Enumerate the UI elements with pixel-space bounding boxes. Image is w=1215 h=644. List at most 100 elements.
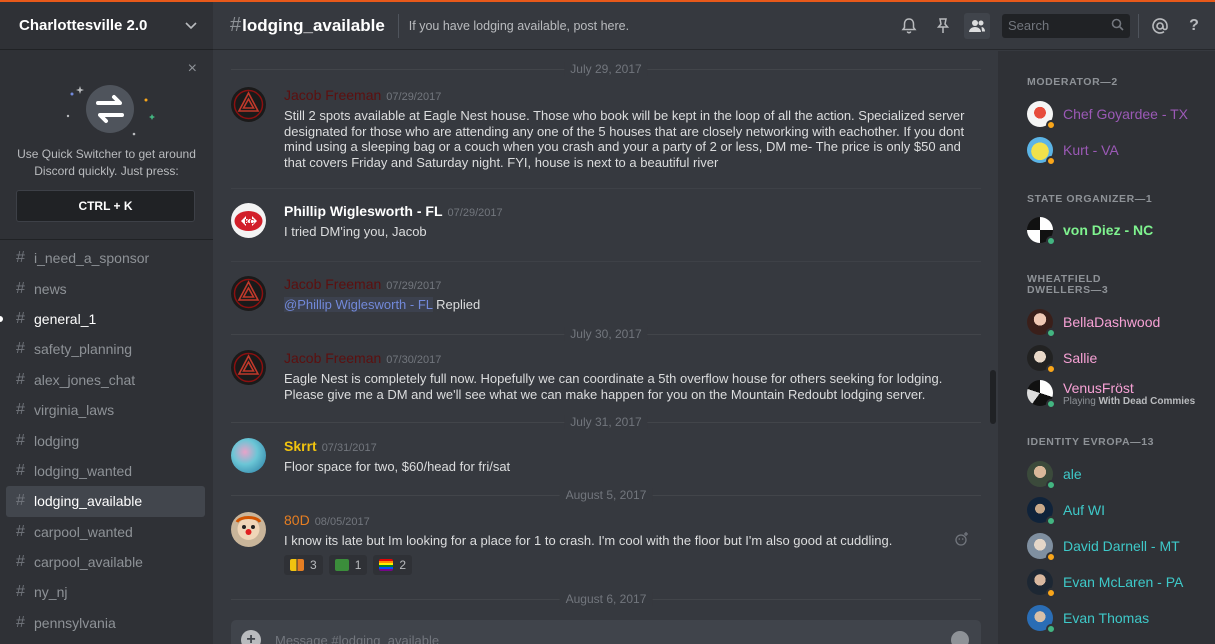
message-author[interactable]: Jacob Freeman xyxy=(284,87,381,103)
channel-item-lodging-available[interactable]: # lodging_available xyxy=(6,486,205,517)
avatar[interactable]: KC xyxy=(231,203,266,238)
avatar[interactable] xyxy=(231,512,266,547)
search-box[interactable] xyxy=(1002,13,1130,38)
avatar[interactable] xyxy=(231,350,266,385)
message-author[interactable]: 80D xyxy=(284,512,310,528)
member-item[interactable]: ale xyxy=(1027,458,1207,490)
message-author[interactable]: Phillip Wiglesworth - FL xyxy=(284,203,443,219)
message-input[interactable] xyxy=(275,632,951,644)
message-author[interactable]: Jacob Freeman xyxy=(284,350,381,366)
hash-icon: # xyxy=(16,249,25,267)
channel-item-carpool-available[interactable]: # carpool_available xyxy=(6,547,205,577)
message-author[interactable]: Jacob Freeman xyxy=(284,276,381,292)
member-item[interactable]: David Darnell - MT xyxy=(1027,530,1207,562)
channel-name: lodging_available xyxy=(242,15,385,35)
status-dot xyxy=(1046,120,1056,130)
member-item[interactable]: VenusFröst Playing With Dead Commies xyxy=(1027,377,1207,409)
channel-label: virginia_laws xyxy=(34,402,115,419)
guild-header[interactable]: Charlottesville 2.0 xyxy=(0,2,213,50)
upload-button[interactable]: + xyxy=(241,630,261,644)
member-item[interactable]: Chef Goyardee - TX xyxy=(1027,98,1207,130)
message: Jacob Freeman 07/29/2017 Still 2 spots av… xyxy=(231,87,981,170)
channel-item-safety-planning[interactable]: # safety_planning xyxy=(6,334,205,364)
avatar[interactable] xyxy=(231,276,266,311)
avatar xyxy=(1027,569,1056,598)
people-icon xyxy=(290,558,304,571)
member-item[interactable]: Evan Thomas xyxy=(1027,602,1207,634)
bell-icon[interactable] xyxy=(896,13,922,39)
member-list: MODERATOR—2 Chef Goyardee - TX Kurt - VA… xyxy=(998,51,1215,644)
date-divider: August 6, 2017 xyxy=(231,592,981,606)
help-icon[interactable]: ? xyxy=(1181,13,1207,39)
member-name: VenusFröst xyxy=(1063,379,1134,396)
avatar xyxy=(1027,101,1056,130)
search-input[interactable] xyxy=(1008,18,1111,33)
channel-item-lodging-wanted[interactable]: # lodging_wanted xyxy=(6,456,205,486)
guild-name: Charlottesville 2.0 xyxy=(19,17,148,34)
member-item[interactable]: Evan McLaren - PA xyxy=(1027,566,1207,598)
channel-item-carpool-wanted[interactable]: # carpool_wanted xyxy=(6,517,205,547)
member-item[interactable]: Sallie xyxy=(1027,342,1207,374)
mention-icon[interactable] xyxy=(1147,13,1173,39)
channel-item-alex-jones-chat[interactable]: # alex_jones_chat xyxy=(6,365,205,395)
member-item[interactable]: BellaDashwood xyxy=(1027,306,1207,338)
hash-icon: # xyxy=(16,309,25,327)
quick-switcher-card: × Use Quick Switcher to get around Disco… xyxy=(0,50,213,240)
reaction[interactable]: 3 xyxy=(284,554,323,575)
channel-item-i-need-a-sponsor[interactable]: # i_need_a_sponsor xyxy=(6,243,205,273)
status-dot xyxy=(1046,236,1056,246)
message: Jacob Freeman 07/30/2017 Eagle Nest is co… xyxy=(231,350,981,402)
activity-name: With Dead Commies xyxy=(1098,395,1196,407)
channel-sidebar: Charlottesville 2.0 × Use Quick Switcher… xyxy=(0,2,213,644)
channel-list: # i_need_a_sponsor # news # general_1 # safety_… xyxy=(0,243,213,638)
message-scrollbar[interactable] xyxy=(987,55,997,595)
avatar xyxy=(1027,533,1056,562)
user-mention[interactable]: @Phillip Wiglesworth - FL xyxy=(284,297,433,312)
channel-item-virginia-laws[interactable]: # virginia_laws xyxy=(6,395,205,425)
hash-icon: # xyxy=(16,370,25,388)
search-icon xyxy=(1111,18,1124,34)
message-author[interactable]: Skrrt xyxy=(284,438,317,454)
member-item[interactable]: Kurt - VA xyxy=(1027,134,1207,166)
avatar xyxy=(1027,137,1056,166)
channel-label: pennsylvania xyxy=(34,614,116,631)
role-header: MODERATOR—2 xyxy=(1027,76,1118,88)
date-divider-label: August 6, 2017 xyxy=(559,592,653,606)
avatar xyxy=(1027,497,1056,526)
channel-item-ny-nj[interactable]: # ny_nj xyxy=(6,577,205,607)
reaction[interactable]: 2 xyxy=(373,554,413,575)
member-item[interactable]: Auf WI xyxy=(1027,494,1207,526)
channel-item-general-1[interactable]: # general_1 xyxy=(0,304,205,334)
avatar[interactable] xyxy=(231,438,266,473)
close-icon[interactable]: × xyxy=(188,60,197,78)
header-divider xyxy=(397,13,399,38)
avatar xyxy=(1027,309,1056,338)
message-timestamp: 08/05/2017 xyxy=(314,516,370,528)
add-reaction-icon[interactable] xyxy=(955,532,969,549)
scrollbar-thumb[interactable] xyxy=(990,370,996,424)
member-name: David Darnell - MT xyxy=(1063,538,1180,554)
pin-icon[interactable] xyxy=(930,13,956,39)
chevron-down-icon[interactable] xyxy=(185,19,197,33)
message: Jacob Freeman 07/29/2017 @Phillip Wiglesw… xyxy=(231,276,981,313)
message-text: @Phillip Wiglesworth - FL Replied xyxy=(284,297,981,313)
member-name: ale xyxy=(1063,466,1082,482)
message-timestamp: 07/29/2017 xyxy=(447,207,503,219)
emoji-picker-icon[interactable] xyxy=(951,631,969,644)
message-timestamp: 07/31/2017 xyxy=(321,442,377,454)
message: 80D 08/05/2017 I know its late but Im loo… xyxy=(231,512,981,575)
member-name: Kurt - VA xyxy=(1063,142,1119,158)
channel-item-pennsylvania[interactable]: # pennsylvania xyxy=(6,608,205,638)
hash-icon: # xyxy=(16,340,25,358)
member-item[interactable]: von Diez - NC xyxy=(1027,214,1207,246)
avatar[interactable] xyxy=(231,87,266,122)
reaction[interactable]: 1 xyxy=(328,554,368,575)
role-header: STATE ORGANIZER—1 xyxy=(1027,193,1153,205)
channel-item-lodging[interactable]: # lodging xyxy=(6,425,205,455)
message-composer: + xyxy=(231,620,981,644)
channel-item-news[interactable]: # news xyxy=(6,273,205,303)
avatar xyxy=(1027,461,1056,490)
avatar xyxy=(1027,345,1056,374)
quick-switcher-shortcut[interactable]: CTRL + K xyxy=(16,190,195,222)
members-icon[interactable] xyxy=(964,12,990,39)
